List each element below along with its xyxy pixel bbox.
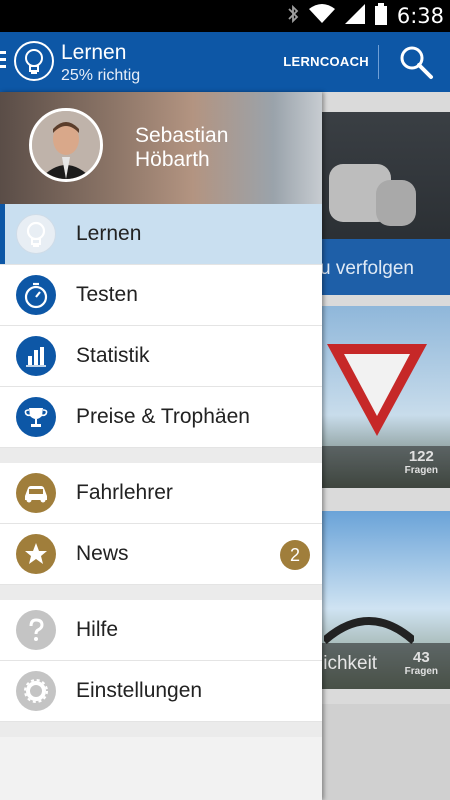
bluetooth-icon xyxy=(287,4,299,29)
lightbulb-logo-icon[interactable] xyxy=(14,41,54,81)
drawer-item-label: Fahrlehrer xyxy=(76,481,173,504)
cellular-signal-icon xyxy=(344,3,365,29)
appbar-subtitle: 25% richtig xyxy=(61,67,141,84)
drawer-item-label: Hilfe xyxy=(76,618,119,641)
drawer-toggle-icon[interactable] xyxy=(0,51,6,73)
drawer-item-testen[interactable]: Testen xyxy=(0,265,322,326)
profile-name: Sebastian Höbarth xyxy=(135,124,228,172)
card-caption: u verfolgen xyxy=(319,258,414,279)
news-count-badge: 2 xyxy=(280,540,310,570)
profile-header[interactable]: Sebastian Höbarth xyxy=(0,92,322,204)
drawer-item-label: Preise & Trophäen xyxy=(76,405,250,428)
car-icon xyxy=(16,473,56,513)
stopwatch-icon xyxy=(16,275,56,315)
profile-first-name: Sebastian xyxy=(135,124,229,147)
card-image xyxy=(376,180,416,226)
question-count-label: Fragen xyxy=(404,465,438,476)
profile-last-name: Höbarth xyxy=(135,148,210,171)
yield-sign-image xyxy=(327,344,427,436)
question-count-number: 122 xyxy=(408,448,434,465)
card-caption: lichkeit xyxy=(319,653,378,674)
drawer-item-label: Lernen xyxy=(76,222,142,245)
navigation-drawer: Sebastian Höbarth Lernen Testen Statisti… xyxy=(0,92,322,800)
question-count: 43 Fragen xyxy=(405,649,438,677)
drawer-item-fahrlehrer[interactable]: Fahrlehrer xyxy=(0,463,322,524)
drawer-item-preise-trophaeen[interactable]: Preise & Trophäen xyxy=(0,387,322,448)
drawer-item-lernen[interactable]: Lernen xyxy=(0,204,322,265)
appbar-title: Lernen xyxy=(61,41,127,64)
drawer-item-hilfe[interactable]: Hilfe xyxy=(0,600,322,661)
app-bar: Lernen 25% richtig LERNCOACH xyxy=(0,32,450,92)
menu-divider xyxy=(0,585,322,600)
question-count-number: 43 xyxy=(412,649,430,666)
drawer-menu: Lernen Testen Statistik Preise & Trophäe… xyxy=(0,204,322,800)
drawer-empty-area xyxy=(0,737,322,800)
drawer-item-label: Statistik xyxy=(76,344,150,367)
lightbulb-icon xyxy=(16,214,56,254)
drawer-item-label: Testen xyxy=(76,283,138,306)
battery-icon xyxy=(374,2,387,30)
status-bar: 6:38 xyxy=(0,0,450,32)
question-icon xyxy=(16,610,56,650)
avatar xyxy=(29,108,103,182)
drawer-item-news[interactable]: News 2 xyxy=(0,524,322,585)
gear-icon xyxy=(16,671,56,711)
wifi-icon xyxy=(308,3,335,29)
drawer-item-label: News xyxy=(76,542,129,565)
menu-divider xyxy=(0,448,322,463)
star-icon xyxy=(16,534,56,574)
drawer-item-statistik[interactable]: Statistik xyxy=(0,326,322,387)
trophy-icon xyxy=(16,397,56,437)
drawer-item-label: Einstellungen xyxy=(76,679,203,702)
question-count: 122 Fragen xyxy=(405,448,438,476)
lerncoach-button[interactable]: LERNCOACH xyxy=(283,54,369,69)
appbar-divider xyxy=(378,45,379,79)
search-icon[interactable] xyxy=(398,44,434,80)
drawer-item-einstellungen[interactable]: Einstellungen xyxy=(0,661,322,722)
bar-chart-icon xyxy=(16,336,56,376)
question-count-label: Fragen xyxy=(404,666,438,677)
status-time: 6:38 xyxy=(396,4,444,28)
menu-divider xyxy=(0,722,322,737)
